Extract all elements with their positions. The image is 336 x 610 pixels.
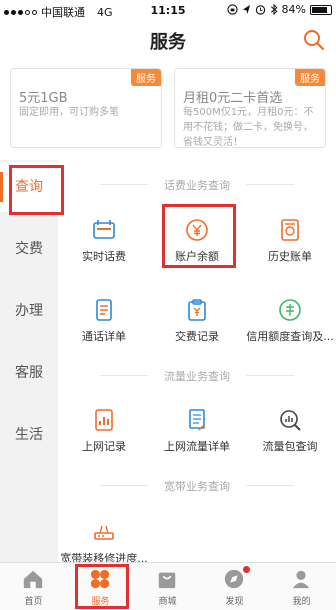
item-label: 通话详单: [82, 330, 126, 343]
item-label: 交费记录: [175, 330, 219, 343]
promo-title: 月租0元二卡首选: [183, 91, 283, 106]
router-icon: [94, 525, 114, 540]
highlight-balance-box: [162, 204, 236, 268]
page-title: 服务: [150, 32, 186, 53]
sidebar-item-life[interactable]: 生活: [0, 410, 58, 460]
highlight-service-tab-box: [75, 564, 129, 609]
promo-card-second-sim[interactable]: 服务 月租0元二卡首选 每500M仅1元，月租0元：不用不花钱；做二卡，免换号，…: [174, 68, 326, 148]
bill-icon: [281, 219, 299, 241]
phone-list-icon: [96, 299, 112, 321]
category-sidebar: 查询 交费 办理 客服 生活: [0, 160, 58, 562]
section-title-data: 流量业务查询: [58, 368, 336, 384]
status-bar: 中国联通 4G 11:15 84%: [0, 0, 336, 22]
bluetooth-icon: [270, 4, 278, 15]
data-usage-details-item[interactable]: 上网流量详单: [151, 408, 243, 468]
promo-tag: 服务: [131, 69, 161, 86]
flow-detail-icon: [189, 409, 206, 431]
sidebar-item-support[interactable]: 客服: [0, 348, 58, 398]
call-details-item[interactable]: 通话详单: [58, 298, 150, 358]
tab-shop[interactable]: 商城: [134, 563, 201, 610]
bill-history-item[interactable]: 历史账单: [244, 218, 336, 278]
tab-label: 商城: [158, 597, 177, 607]
sidebar-item-handle[interactable]: 办理: [0, 286, 58, 336]
promo-area: 服务 5元1GB 固定即用，可订购多笔 服务 月租0元二卡首选 每500M仅1元…: [0, 62, 336, 160]
compass-icon: [224, 569, 244, 589]
tab-label: 发现: [225, 597, 244, 607]
item-label: 信用额度查询及...: [246, 330, 334, 343]
navigation-bar: 服务: [0, 22, 336, 62]
sidebar-item-payment[interactable]: 交费: [0, 224, 58, 274]
battery-icon: [310, 4, 332, 15]
highlight-query-box: [9, 165, 64, 215]
credit-limit-item[interactable]: 信用额度查询及...: [244, 298, 336, 358]
user-icon: [292, 570, 310, 589]
promo-subtitle: 每500M仅1元，月租0元：不用不花钱；做二卡，免换号，省钱又灵活！: [183, 107, 314, 148]
bottom-tab-bar: 首页 服务 商城 发现 我的: [0, 562, 336, 610]
tab-discover[interactable]: 发现: [201, 563, 268, 610]
tab-home[interactable]: 首页: [0, 563, 67, 610]
data-package-query-item[interactable]: 流量包查询: [244, 408, 336, 468]
item-label: 上网流量详单: [164, 440, 230, 453]
tab-label: 首页: [24, 597, 43, 607]
home-icon: [23, 570, 43, 589]
tab-label: 我的: [292, 597, 311, 607]
rotation-lock-icon: [226, 4, 238, 15]
notification-dot: [243, 566, 250, 573]
item-label: 上网记录: [82, 440, 126, 453]
realtime-charges-item[interactable]: 实时话费: [58, 218, 150, 278]
battery-percent: 84%: [281, 3, 306, 16]
clipboard-yen-icon: [188, 299, 206, 321]
package-search-icon: [280, 410, 301, 431]
item-label: 历史账单: [268, 250, 312, 263]
shop-icon: [158, 572, 176, 589]
promo-tag: 服务: [295, 69, 325, 86]
item-label: 流量包查询: [262, 440, 318, 453]
payment-records-item[interactable]: 交费记录: [151, 298, 243, 358]
tab-mine[interactable]: 我的: [268, 563, 335, 610]
section-title-broadband: 宽带业务查询: [58, 478, 336, 494]
usage-chart-icon: [95, 409, 113, 431]
promo-subtitle: 固定即用，可订购多笔: [19, 107, 119, 118]
location-icon: [242, 5, 250, 14]
wallet-icon: [93, 220, 115, 239]
search-icon[interactable]: [302, 28, 326, 52]
internet-records-item[interactable]: 上网记录: [58, 408, 150, 468]
item-label: 实时话费: [82, 250, 126, 263]
section-title-billing: 话费业务查询: [58, 177, 336, 193]
alarm-icon: [255, 5, 265, 15]
credit-icon: [279, 299, 301, 321]
promo-title: 5元1GB: [19, 91, 68, 106]
promo-card-1gb[interactable]: 服务 5元1GB 固定即用，可订购多笔: [10, 68, 162, 148]
